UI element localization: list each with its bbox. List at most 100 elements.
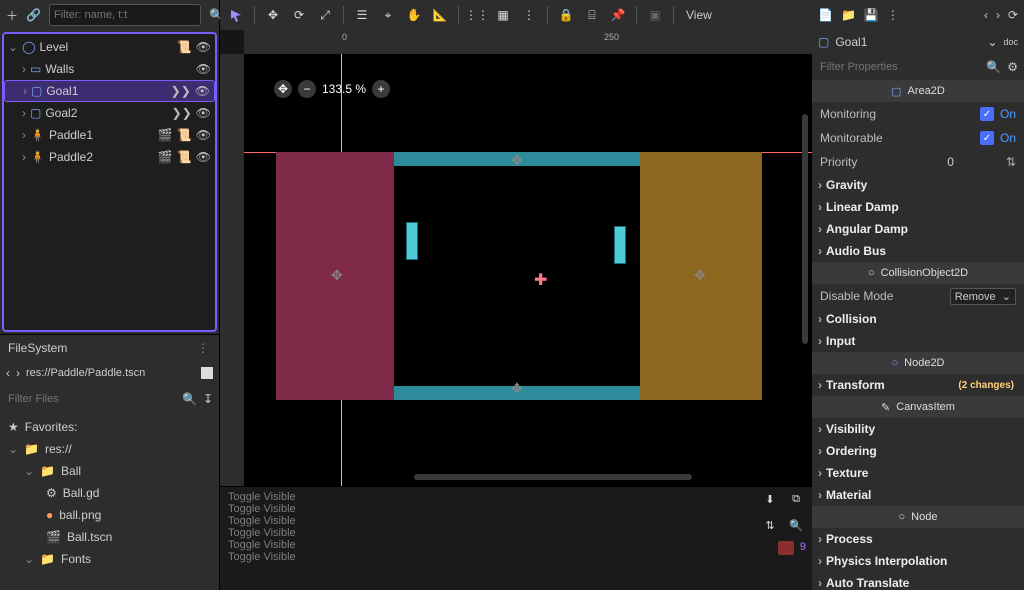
zoom-in-icon[interactable]: + bbox=[372, 80, 390, 98]
filesystem-path-mark[interactable] bbox=[201, 367, 213, 379]
select-tool-icon[interactable] bbox=[226, 5, 246, 25]
fs-item-ball-tscn[interactable]: 🎬Ball.tscn bbox=[0, 526, 219, 548]
script-icon[interactable]: 📜 bbox=[177, 128, 192, 142]
fold-transform[interactable]: ›Transform(2 changes) bbox=[812, 374, 1024, 396]
fold-physics-interpolation[interactable]: ›Physics Interpolation bbox=[812, 550, 1024, 572]
priority-value[interactable]: 0 bbox=[947, 155, 954, 169]
fs-item-fonts[interactable]: ⌄📁Fonts bbox=[0, 548, 219, 570]
scene-node-paddle2[interactable]: ›🧍Paddle2🎬📜👁 bbox=[4, 146, 215, 168]
script-icon[interactable]: 📜 bbox=[177, 40, 192, 54]
eye-icon[interactable]: 👁 bbox=[196, 62, 211, 76]
add-node-icon[interactable]: ＋ bbox=[6, 7, 18, 24]
history-back-icon[interactable]: ‹ bbox=[984, 8, 988, 22]
section-node[interactable]: ○Node bbox=[812, 506, 1024, 528]
nav-fwd-icon[interactable]: › bbox=[16, 366, 20, 380]
eye-icon[interactable]: 👁 bbox=[195, 84, 210, 98]
eye-icon[interactable]: 👁 bbox=[196, 106, 211, 120]
fs-item-ball[interactable]: ⌄📁Ball bbox=[0, 460, 219, 482]
filesystem-menu-icon[interactable]: ⋮ bbox=[197, 341, 211, 355]
pan-tool-icon[interactable]: ✋ bbox=[404, 5, 424, 25]
settings-icon[interactable]: ⚙ bbox=[1007, 60, 1018, 74]
pin-icon[interactable]: 📌 bbox=[608, 5, 628, 25]
fold-process[interactable]: ›Process bbox=[812, 528, 1024, 550]
list-tool-icon[interactable]: ☰ bbox=[352, 5, 372, 25]
snap-menu-icon[interactable]: ⋮ bbox=[519, 5, 539, 25]
sort-icon[interactable]: ↧ bbox=[203, 392, 213, 406]
scene-node-goal2[interactable]: ›▢Goal2❯❯👁 bbox=[4, 102, 215, 124]
search-icon[interactable]: 🔍 bbox=[986, 60, 1001, 74]
inspector-filter-input[interactable] bbox=[818, 60, 980, 74]
view-menu[interactable]: View bbox=[686, 8, 712, 22]
output-copy-icon[interactable]: ⧉ bbox=[786, 489, 806, 509]
scene-filter-input[interactable] bbox=[49, 4, 201, 26]
fold-collision[interactable]: ›Collision bbox=[812, 308, 1024, 330]
paddle2[interactable] bbox=[614, 226, 626, 264]
filesystem-tree[interactable]: ★ Favorites: ⌄📁res://⌄📁Ball⚙Ball.gd●ball… bbox=[0, 412, 219, 590]
docs-icon[interactable]: doc bbox=[1003, 37, 1018, 47]
move-tool-icon[interactable]: ✥ bbox=[263, 5, 283, 25]
monitoring-checkbox[interactable]: ✓ bbox=[980, 107, 994, 121]
anim-icon[interactable]: ▣ bbox=[645, 5, 665, 25]
fold-angular-damp[interactable]: ›Angular Damp bbox=[812, 218, 1024, 240]
fold-ordering[interactable]: ›Ordering bbox=[812, 440, 1024, 462]
output-save-icon[interactable]: ⬇ bbox=[760, 489, 780, 509]
output-error-icon[interactable] bbox=[778, 541, 794, 555]
zoom-center-icon[interactable]: ✥ bbox=[274, 80, 292, 98]
disable-mode-select[interactable]: Remove ⌄ bbox=[950, 288, 1016, 305]
history-icon[interactable]: ⟳ bbox=[1008, 8, 1018, 22]
rss-icon[interactable]: ❯❯ bbox=[172, 106, 192, 120]
section-area2d[interactable]: ▢Area2D bbox=[812, 80, 1024, 102]
grid-snap-icon[interactable]: ▦ bbox=[493, 5, 513, 25]
rss-icon[interactable]: ❯❯ bbox=[171, 84, 191, 98]
h-scrollbar[interactable] bbox=[414, 474, 692, 480]
scale-tool-icon[interactable]: ⤢ bbox=[315, 5, 335, 25]
scene-node-level[interactable]: ⌄◯Level📜👁 bbox=[4, 36, 215, 58]
lock-icon[interactable]: 🔒 bbox=[556, 5, 576, 25]
fold-material[interactable]: ›Material bbox=[812, 484, 1024, 506]
zoom-level[interactable]: 133.5 % bbox=[322, 82, 366, 96]
snap-icon[interactable]: ⋮⋮ bbox=[467, 5, 487, 25]
fold-texture[interactable]: ›Texture bbox=[812, 462, 1024, 484]
filesystem-filter-input[interactable] bbox=[6, 392, 176, 406]
output-search-icon[interactable]: 🔍 bbox=[786, 515, 806, 535]
rotate-tool-icon[interactable]: ⟳ bbox=[289, 5, 309, 25]
scene-node-paddle1[interactable]: ›🧍Paddle1🎬📜👁 bbox=[4, 124, 215, 146]
group-icon[interactable]: ⌸ bbox=[582, 5, 602, 25]
eye-icon[interactable]: 👁 bbox=[196, 128, 211, 142]
fold-input[interactable]: ›Input bbox=[812, 330, 1024, 352]
eye-icon[interactable]: 👁 bbox=[196, 40, 211, 54]
more-icon[interactable]: ⋮ bbox=[887, 8, 899, 22]
pivot-tool-icon[interactable]: ⌖ bbox=[378, 5, 398, 25]
inspector-node-header[interactable]: ▢ Goal1 ⌄ doc bbox=[812, 30, 1024, 54]
script-icon[interactable]: 📜 bbox=[177, 150, 192, 164]
save-resource-icon[interactable]: 💾 bbox=[864, 8, 879, 22]
new-resource-icon[interactable]: 📄 bbox=[818, 8, 833, 22]
fold-auto-translate[interactable]: ›Auto Translate bbox=[812, 572, 1024, 590]
link-icon[interactable]: 🔗 bbox=[26, 8, 41, 22]
canvas-viewport[interactable]: 0250 ✚ ✥ ✥ bbox=[220, 30, 812, 486]
chevron-down-icon[interactable]: ⌄ bbox=[987, 35, 997, 49]
nav-back-icon[interactable]: ‹ bbox=[6, 366, 10, 380]
fs-item-ball-gd[interactable]: ⚙Ball.gd bbox=[0, 482, 219, 504]
paddle1[interactable] bbox=[406, 222, 418, 260]
spin-icon[interactable]: ⇅ bbox=[1006, 155, 1016, 169]
zoom-out-icon[interactable]: − bbox=[298, 80, 316, 98]
filesystem-path[interactable]: res://Paddle/Paddle.tscn bbox=[26, 367, 195, 379]
ruler-tool-icon[interactable]: 📐 bbox=[430, 5, 450, 25]
load-resource-icon[interactable]: 📁 bbox=[841, 8, 856, 22]
output-warning-count[interactable]: 9 bbox=[800, 541, 806, 555]
history-fwd-icon[interactable]: › bbox=[996, 8, 1000, 22]
search-icon[interactable]: 🔍 bbox=[182, 392, 197, 406]
fold-visibility[interactable]: ›Visibility bbox=[812, 418, 1024, 440]
section-node2d[interactable]: ○Node2D bbox=[812, 352, 1024, 374]
fold-gravity[interactable]: ›Gravity bbox=[812, 174, 1024, 196]
monitorable-checkbox[interactable]: ✓ bbox=[980, 131, 994, 145]
fold-audio-bus[interactable]: ›Audio Bus bbox=[812, 240, 1024, 262]
clap-icon[interactable]: 🎬 bbox=[158, 150, 173, 164]
fold-linear-damp[interactable]: ›Linear Damp bbox=[812, 196, 1024, 218]
section-collisionobject2d[interactable]: ○CollisionObject2D bbox=[812, 262, 1024, 284]
scene-node-goal1[interactable]: ›▢Goal1❯❯👁 bbox=[4, 80, 215, 102]
scene-tree[interactable]: ⌄◯Level📜👁›▭Walls👁›▢Goal1❯❯👁›▢Goal2❯❯👁›🧍P… bbox=[2, 32, 217, 332]
fs-item-ball-png[interactable]: ●ball.png bbox=[0, 504, 219, 526]
v-scrollbar[interactable] bbox=[802, 114, 808, 344]
